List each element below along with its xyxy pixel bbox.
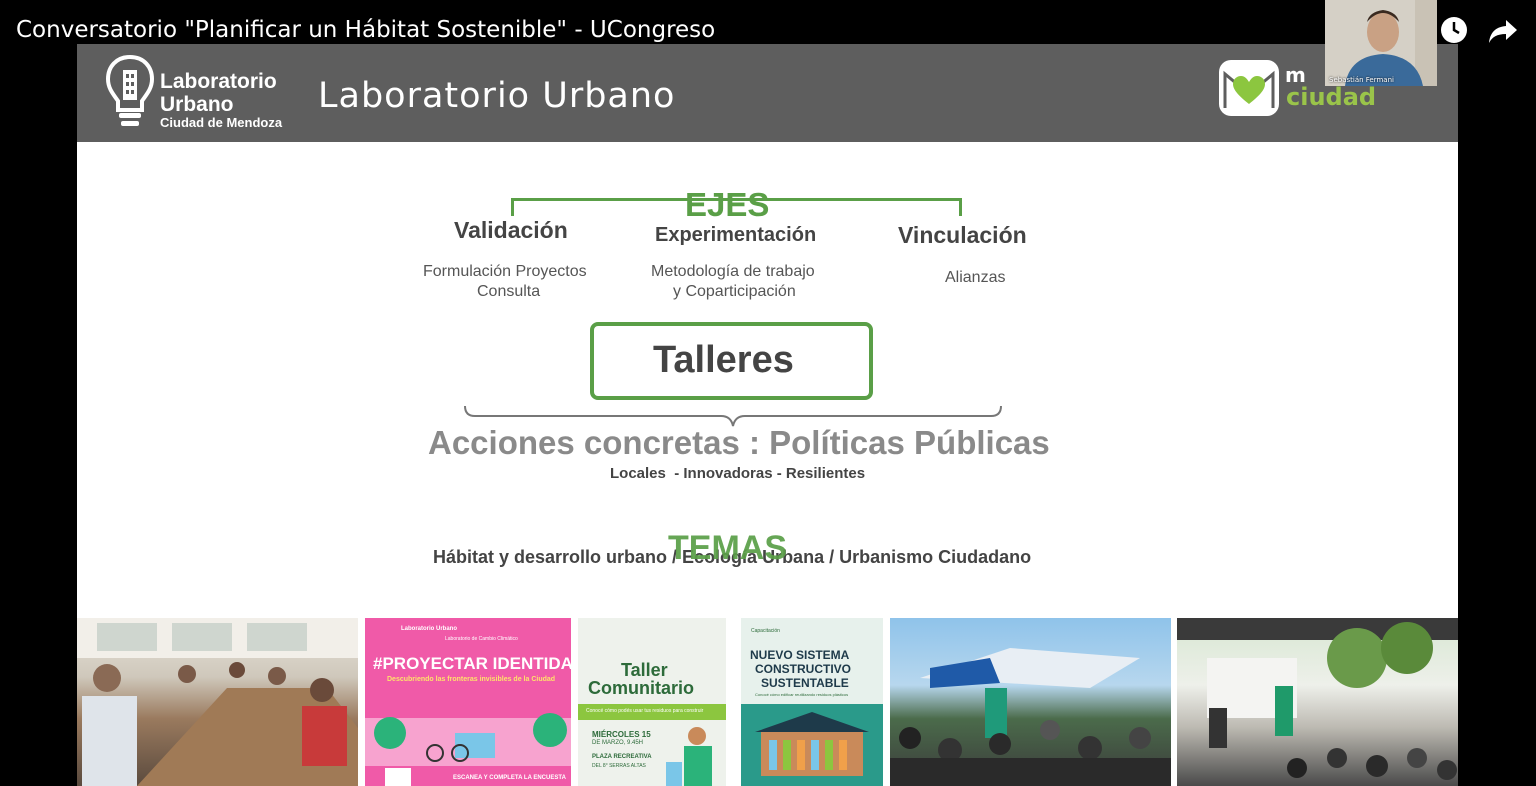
mendoza-logo-ciudad: ciudad	[1286, 83, 1377, 111]
temas-title: TEMAS	[668, 529, 787, 567]
eje-experimentacion-sub2: y Coparticipación	[673, 283, 796, 300]
mendoza-heart-logo-icon	[1219, 60, 1279, 116]
webcam-thumbnail[interactable]: Sebastián Fermani	[1325, 0, 1437, 86]
photo-meeting	[77, 618, 358, 786]
slide-header: Laboratorio Urbano Ciudad de Mendoza Lab…	[77, 44, 1458, 142]
eje-validacion-sub1: Formulación Proyectos	[423, 263, 587, 280]
ejes-title: EJES	[685, 186, 770, 223]
video-title[interactable]: Conversatorio "Planificar un Hábitat Sos…	[16, 17, 715, 43]
acciones-title: Acciones concretas : Políticas Públicas	[428, 424, 1050, 461]
acciones-subtitle: Locales - Innovadoras - Resilientes	[610, 465, 866, 482]
talleres-label: Talleres	[653, 339, 794, 381]
slide-header-title: Laboratorio Urbano	[318, 76, 676, 116]
clock-icon[interactable]	[1440, 16, 1468, 44]
eje-experimentacion-sub1: Metodología de trabajo	[651, 263, 815, 280]
photo-outdoor-event	[890, 618, 1171, 786]
webcam-participant-name: Sebastián Fermani	[1329, 76, 1394, 84]
eje-validacion-title: Validación	[454, 217, 568, 243]
eje-vinculacion-sub1: Alianzas	[945, 269, 1006, 286]
logo-text-ciudad: Ciudad de Mendoza	[160, 115, 283, 130]
logo-text-laboratorio: Laboratorio	[160, 70, 277, 93]
poster-proyectar-identidad: Laboratorio Urbano Laboratorio de Cambio…	[365, 618, 571, 786]
poster-taller-comunitario: Taller Comunitario Conocé cómo podés usa…	[578, 618, 726, 786]
poster-proyectar-title: #PROYECTAR IDENTIDAD	[373, 654, 571, 673]
eje-validacion-sub2: Consulta	[477, 283, 541, 300]
share-arrow-icon[interactable]	[1488, 18, 1518, 44]
talleres-box: Talleres	[590, 322, 873, 400]
photo-workshop-presentation	[1177, 618, 1458, 786]
eje-vinculacion-title: Vinculación	[898, 222, 1027, 248]
lightbulb-building-icon	[105, 54, 155, 126]
poster-nuevo-sistema: Capacitación NUEVO SISTEMA CONSTRUCTIVO …	[741, 618, 883, 786]
logo-text-urbano: Urbano	[160, 93, 234, 116]
presentation-slide: Laboratorio Urbano Ciudad de Mendoza Lab…	[77, 44, 1458, 786]
eje-experimentacion-title: Experimentación	[655, 224, 817, 246]
